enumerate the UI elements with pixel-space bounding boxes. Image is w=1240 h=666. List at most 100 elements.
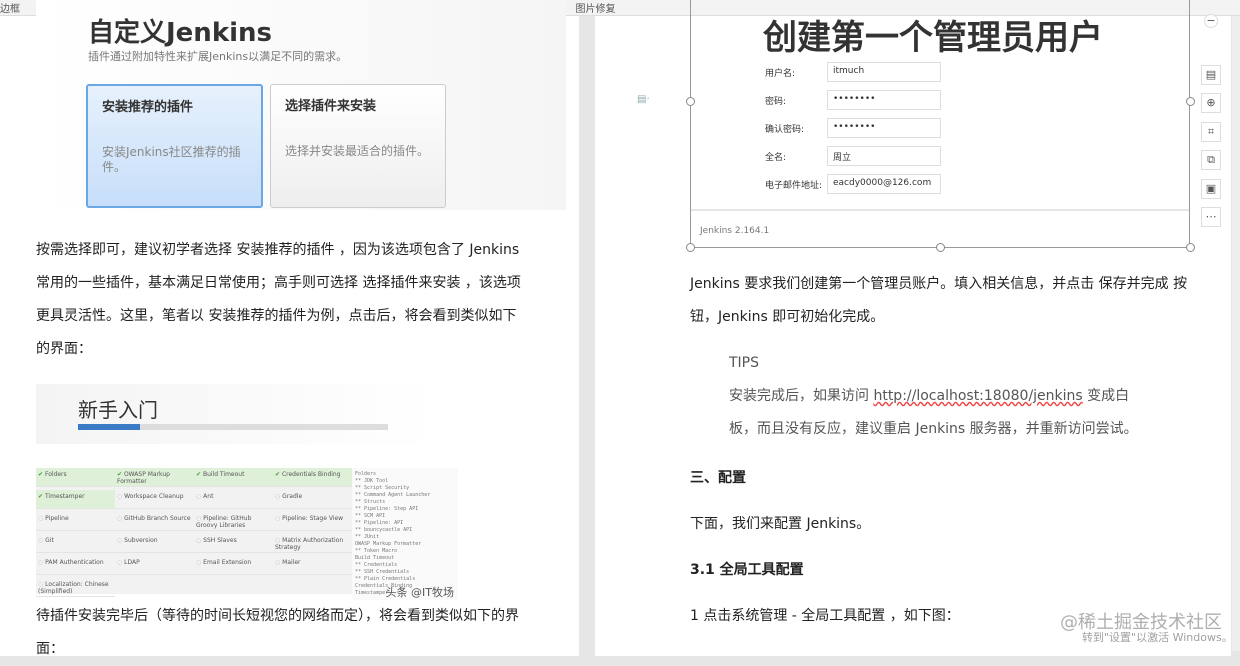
field-input[interactable]: itmuch [827, 62, 941, 82]
toutiao-watermark: 头条 @IT牧场 [385, 586, 454, 599]
log-line: ** Pipeline: API [355, 520, 404, 526]
spinner-icon: ◌ [196, 493, 202, 500]
line: 常用的一些插件，基本满足日常使用；高手则可选择 选择插件来安装 ，该选项 [36, 275, 521, 291]
spinner-icon: ◌ [196, 559, 202, 566]
plugin-cell: ◌ Subversion [115, 534, 194, 553]
log-line: ** JDK Tool [355, 478, 389, 484]
plugin-name: OWASP Markup Formatter [117, 471, 170, 485]
spinner-icon: ◌ [38, 559, 44, 566]
plugin-cell: ◌ PAM Authentication [36, 556, 115, 575]
spinner-icon: ◌ [117, 559, 123, 566]
admin-form: 用户名: itmuch 密码: •••••••• 确认密码: •••••••• 全名: 周立电… [765, 58, 941, 198]
windows-activation-notice: 转到"设置"以激活 Windows。 [1082, 631, 1233, 644]
toolbar-item[interactable]: 边框 [0, 0, 20, 15]
log-line: ** Plain Credentials [355, 576, 416, 582]
field-label: 电子邮件地址: [765, 180, 823, 191]
spinner-icon: ◌ [196, 515, 202, 522]
plugin-name: Git [45, 537, 54, 544]
field-input[interactable]: •••••••• [827, 118, 941, 138]
resize-handle[interactable] [1186, 243, 1195, 252]
log-line: ** SCM API [355, 513, 386, 519]
image-subtitle: 插件通过附加特性来扩展Jenkins以满足不同的需求。 [88, 50, 348, 63]
line: 面： [36, 641, 64, 657]
card-title: 选择插件来安装 [285, 99, 377, 114]
plugin-cell: ◌ Localization: Chinese (Simplified) [36, 578, 115, 597]
image-compare-icon[interactable]: ▣ [1201, 178, 1221, 199]
field-input[interactable]: •••••••• [827, 90, 941, 110]
plugin-name: Subversion [124, 537, 158, 544]
paragraph-1: Jenkins 要求我们创建第一个管理员账户。填入相关信息，并点击 保存并完成 … [690, 268, 1187, 334]
log-line: ** Script Security [355, 485, 410, 491]
resize-handle[interactable] [686, 97, 695, 106]
plugin-name: GitHub Branch Source [124, 515, 191, 522]
plugin-name: Localization: Chinese (Simplified) [38, 581, 109, 595]
plugin-name: Mailer [282, 559, 301, 566]
plugin-cell: ✔ Build Timeout [194, 468, 273, 487]
plugin-name: Credentials Binding [281, 471, 341, 478]
plugin-name: Ant [203, 493, 214, 500]
plugin-name: Gradle [282, 493, 303, 500]
plugin-name: Folders [44, 471, 67, 478]
collapse-icon[interactable]: − [1204, 14, 1218, 28]
plugin-name: SSH Slaves [203, 537, 237, 544]
install-log: Folders ** JDK Tool ** Script Security ** C… [352, 468, 458, 600]
paragraph-3: 1 点击系统管理 - 全局工具配置 ，如下图： [690, 608, 960, 624]
image-title: 创建第一个管理员用户 [763, 18, 1103, 58]
log-line: ** bouncycastle API [355, 527, 413, 533]
form-row: 确认密码: •••••••• [765, 114, 941, 142]
plugin-cell: ◌ Gradle [273, 490, 352, 509]
check-icon: ✔ [117, 471, 123, 478]
field-input[interactable]: eacdy0000@126.com [827, 174, 941, 194]
plugin-cell: ◌ Ant [194, 490, 273, 509]
resize-handle[interactable] [1186, 97, 1195, 106]
field-label: 全名: [765, 152, 787, 163]
log-line: ** Credentials [355, 562, 398, 568]
zoom-icon[interactable]: ⊕ [1201, 93, 1221, 113]
localhost-link[interactable]: http://localhost:18080/jenkins [873, 388, 1082, 404]
spinner-icon: ◌ [38, 537, 44, 544]
field-label: 用户名: [765, 68, 796, 79]
form-row: 全名: 周立 [765, 142, 941, 170]
plugin-cell: ✔ OWASP Markup Formatter [115, 468, 194, 487]
scrollbar[interactable] [1232, 16, 1240, 651]
tips-line: 板，而且没有反应，建议重启 Jenkins 服务器，并重新访问尝试。 [729, 421, 1138, 437]
plugin-name: Pipeline [45, 515, 69, 522]
log-line: Build Timeout [355, 555, 395, 561]
card-desc: 选择并安装最适合的插件。 [285, 144, 430, 158]
jenkins-version: Jenkins 2.164.1 [700, 226, 770, 236]
plugin-name: Build Timeout [202, 471, 245, 478]
check-icon: ✔ [38, 471, 44, 478]
log-line: ** Command Agent Launcher [355, 492, 431, 498]
spinner-icon: ◌ [275, 537, 281, 544]
more-icon[interactable]: ⋯ [1201, 207, 1221, 227]
resize-handle[interactable] [936, 243, 945, 252]
check-icon: ✔ [196, 471, 202, 478]
text: 安装完成后，如果访问 [729, 388, 874, 404]
plugin-name: Email Extension [203, 559, 252, 566]
log-line: ** Token Macro [355, 548, 398, 554]
layout-icon[interactable]: ▤ [1201, 64, 1221, 85]
admin-user-image[interactable]: 创建第一个管理员用户 用户名: itmuch 密码: •••••••• 确认密码: •••… [686, 0, 1195, 252]
plugin-cell: ✔ Credentials Binding [273, 468, 352, 487]
spinner-icon: ◌ [38, 515, 44, 522]
heading-global-tools: 3.1 全局工具配置 [690, 562, 804, 578]
plugin-cell: ◌ SSH Slaves [194, 534, 273, 553]
spinner-icon: ◌ [117, 537, 123, 544]
line: 更具灵活性。这里，笔者以 安装推荐的插件为例，点击后，将会看到类似如下 [36, 308, 517, 324]
toolbar-item[interactable]: 图片修复 [575, 0, 615, 15]
customize-jenkins-image: 自定义Jenkins 插件通过附加特性来扩展Jenkins以满足不同的需求。 安… [36, 0, 566, 210]
field-input[interactable]: 周立 [827, 146, 941, 166]
plugin-cell: ◌ Email Extension [194, 556, 273, 575]
log-line: Folders [355, 471, 377, 477]
field-label: 密码: [765, 96, 787, 107]
field-label: 确认密码: [765, 124, 805, 135]
image-edit-icon[interactable]: ⧉ [1201, 150, 1221, 170]
paragraph-anchor-icon: ▤· [637, 94, 650, 105]
plugin-cell: ◌ LDAP [115, 556, 194, 575]
crop-icon[interactable]: ⌗ [1201, 121, 1221, 142]
spinner-icon: ◌ [117, 493, 123, 500]
resize-handle[interactable] [686, 243, 695, 252]
paragraph-1: 按需选择即可，建议初学者选择 安装推荐的插件 ，因为该选项包含了 Jenkins… [36, 234, 521, 366]
plugin-name: Pipeline: GitHub Groovy Libraries [196, 515, 252, 529]
right-page: ▤· 创建第一个管理员用户 用户名: itmuch 密码: •••••••• 确认密码:… [595, 0, 1231, 656]
